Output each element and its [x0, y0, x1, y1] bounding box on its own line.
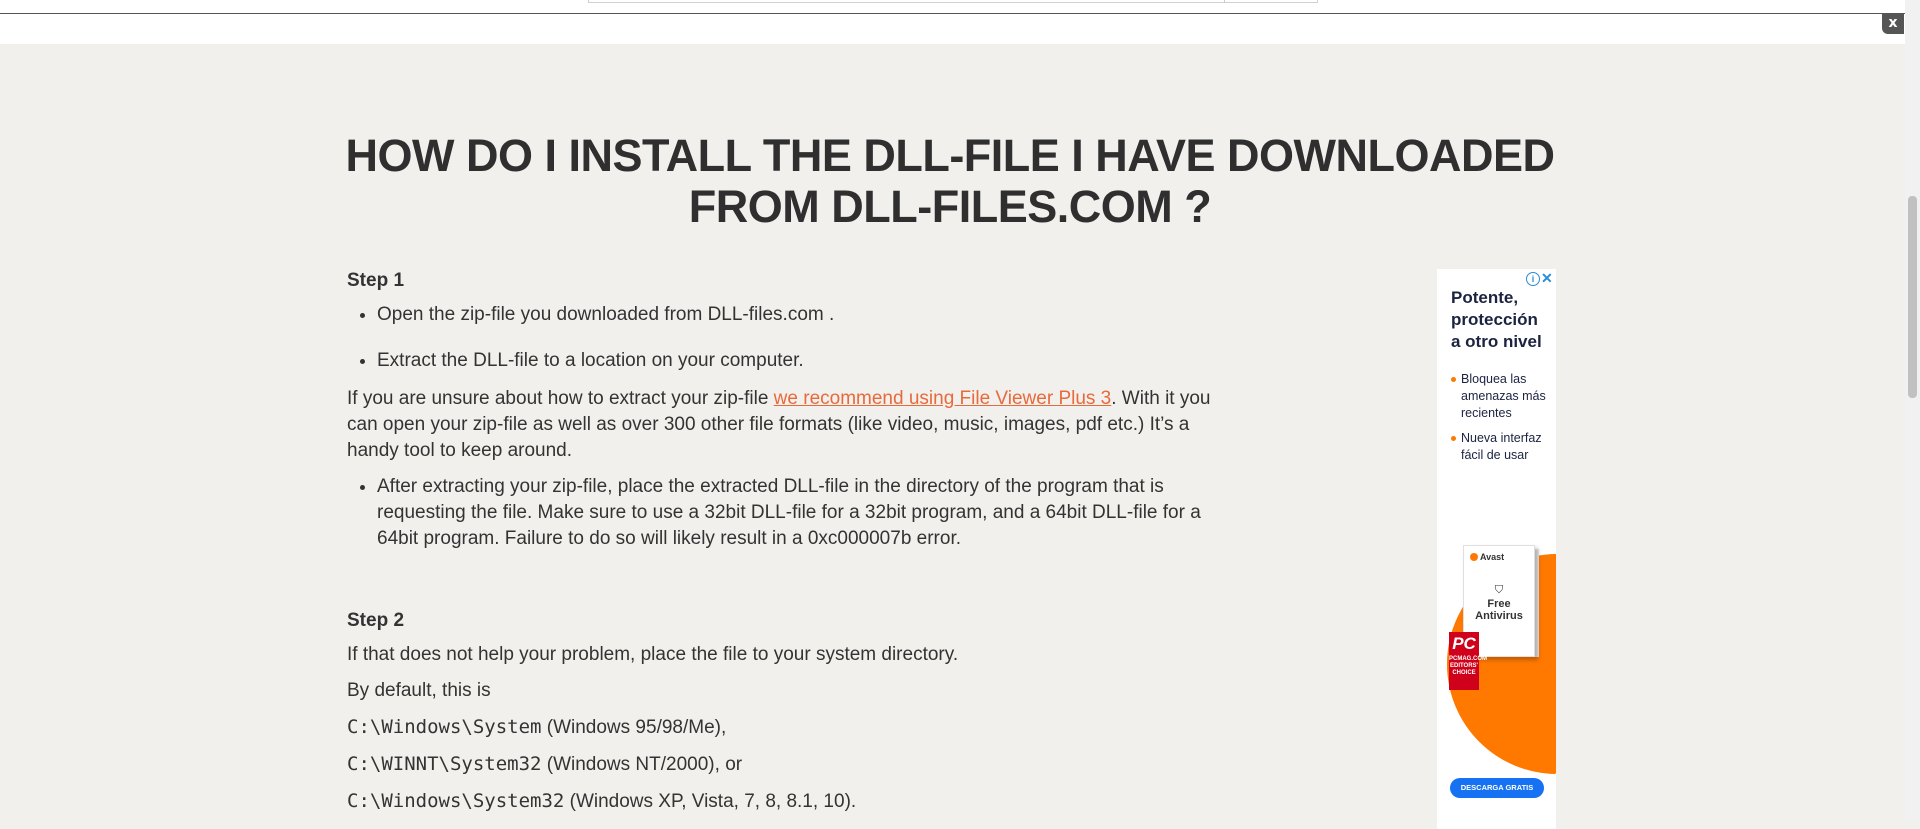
pcmag-logo: PC: [1452, 634, 1476, 653]
os-note: (Windows 95/98/Me),: [541, 717, 727, 738]
page-title: HOW DO I INSTALL THE DLL-FILE I HAVE DOW…: [345, 130, 1555, 232]
step2-heading: Step 2: [347, 610, 405, 631]
paragraph-text: If you are unsure about how to extract y…: [347, 388, 774, 409]
top-input-field[interactable]: [588, 0, 1318, 3]
step1-heading: Step 1: [347, 270, 405, 291]
step1-list: Open the zip-file you downloaded from DL…: [347, 302, 1237, 374]
top-input-divider: [1224, 0, 1225, 3]
avast-logo: Avast: [1470, 552, 1504, 562]
system-path-item: C:\Windows\System (Windows 95/98/Me),: [347, 714, 1237, 741]
system-path-item: C:\WINNT\System32 (Windows NT/2000), or: [347, 751, 1237, 778]
os-note: (Windows NT/2000), or: [541, 754, 743, 775]
product-title: Free Antivirus: [1475, 598, 1523, 622]
pcmag-badge: PC PCMAG.COM EDITORS' CHOICE: [1449, 632, 1487, 690]
shield-icon: ⛉: [1494, 584, 1504, 596]
list-item: Open the zip-file you downloaded from DL…: [377, 302, 1237, 328]
close-icon[interactable]: ✕: [1541, 270, 1553, 286]
extract-help-paragraph: If you are unsure about how to extract y…: [347, 386, 1237, 464]
top-banner-border: [0, 13, 1905, 14]
scrollbar-thumb[interactable]: [1908, 196, 1917, 398]
close-banner-button[interactable]: x: [1882, 14, 1904, 34]
step2-text: If that does not help your problem, plac…: [347, 644, 959, 665]
system-path: C:\Windows\System32: [347, 790, 565, 812]
step1-list-continued: After extracting your zip-file, place th…: [347, 474, 1237, 552]
system-path-item: C:\Windows\System32 (Windows XP, Vista, …: [347, 788, 1237, 815]
ad-feature-list: Bloquea las amenazas más recientes Nueva…: [1451, 371, 1551, 472]
file-viewer-plus-link[interactable]: we recommend using File Viewer Plus 3: [774, 388, 1112, 409]
top-banner: x: [0, 0, 1920, 44]
ad-feature-item: Bloquea las amenazas más recientes: [1451, 371, 1551, 422]
os-note: (Windows XP, Vista, 7, 8, 8.1, 10).: [564, 791, 857, 812]
ad-headline: Potente, protección a otro nivel: [1451, 288, 1542, 351]
list-item: Extract the DLL-file to a location on yo…: [377, 348, 1237, 374]
info-icon[interactable]: i: [1526, 272, 1540, 286]
list-item: After extracting your zip-file, place th…: [377, 474, 1237, 552]
sidebar-ad[interactable]: i ✕ Potente, protección a otro nivel Blo…: [1437, 269, 1556, 829]
pcmag-badge-text: PCMAG.COM EDITORS' CHOICE: [1449, 656, 1487, 676]
system-path: C:\WINNT\System32: [347, 753, 542, 775]
ad-feature-item: Nueva interfaz fácil de usar: [1451, 430, 1551, 464]
page-scrollbar[interactable]: [1905, 0, 1920, 821]
download-free-button[interactable]: DESCARGA GRATIS: [1450, 778, 1544, 798]
system-path: C:\Windows\System: [347, 716, 542, 738]
step2-default-text: By default, this is: [347, 680, 491, 701]
article-body: Step 1 Open the zip-file you downloaded …: [347, 268, 1237, 825]
